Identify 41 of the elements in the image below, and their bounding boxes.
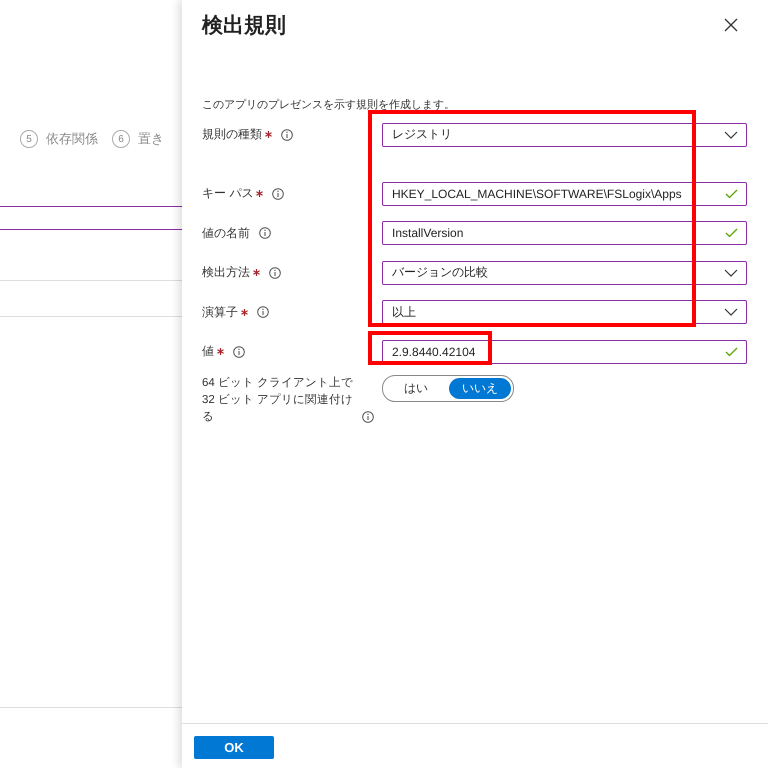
close-icon[interactable] bbox=[724, 18, 738, 32]
required-asterisk-icon bbox=[217, 348, 224, 355]
checkmark-icon bbox=[725, 228, 738, 238]
step-label: 依存関係 bbox=[46, 130, 98, 148]
required-asterisk-icon bbox=[253, 269, 260, 276]
step-label: 置き bbox=[138, 130, 164, 148]
field-label: キー パス bbox=[202, 185, 254, 202]
field-label: 64 ビット クライアント上で 32 ビット アプリに関連付ける bbox=[202, 376, 354, 424]
info-icon[interactable] bbox=[269, 266, 281, 278]
ok-button[interactable]: OK bbox=[194, 736, 274, 759]
panel-title: 検出規則 bbox=[202, 13, 286, 39]
description-text: このアプリのプレゼンスを示す規則を作成します。 bbox=[202, 98, 456, 112]
checkmark-icon bbox=[725, 188, 738, 198]
chevron-down-icon bbox=[724, 130, 738, 138]
dropdown[interactable]: バージョンの比較 bbox=[382, 260, 747, 284]
info-icon[interactable] bbox=[362, 410, 374, 422]
info-icon[interactable] bbox=[257, 306, 269, 318]
required-asterisk-icon bbox=[256, 190, 264, 197]
info-icon[interactable] bbox=[272, 188, 284, 200]
dropdown[interactable]: 以上 bbox=[382, 300, 747, 324]
info-icon[interactable] bbox=[281, 128, 293, 140]
chevron-down-icon bbox=[724, 308, 738, 316]
dropdown[interactable]: レジストリ bbox=[382, 122, 747, 146]
field-label: 規則の種類 bbox=[202, 126, 262, 143]
required-asterisk-icon bbox=[241, 308, 248, 316]
field-label: 値 bbox=[202, 343, 214, 360]
field-label: 検出方法 bbox=[202, 264, 250, 281]
info-icon[interactable] bbox=[259, 227, 271, 239]
toggle-option[interactable]: いいえ bbox=[449, 378, 511, 398]
chevron-down-icon bbox=[724, 268, 738, 276]
field-label: 演算子 bbox=[202, 304, 238, 320]
input-field[interactable]: HKEY_LOCAL_MACHINE\SOFTWARE\FSLogix\Apps bbox=[382, 182, 747, 206]
step-number: 6 bbox=[112, 130, 130, 148]
checkmark-icon bbox=[725, 346, 738, 356]
field-label: 値の名前 bbox=[202, 224, 250, 242]
input-field[interactable]: 2.9.8440.42104 bbox=[382, 340, 747, 364]
info-icon[interactable] bbox=[233, 346, 245, 358]
required-asterisk-icon bbox=[265, 131, 272, 138]
input-field[interactable]: InstallVersion bbox=[382, 221, 747, 245]
toggle-option[interactable]: はい bbox=[385, 378, 447, 398]
step-number: 5 bbox=[20, 130, 38, 148]
